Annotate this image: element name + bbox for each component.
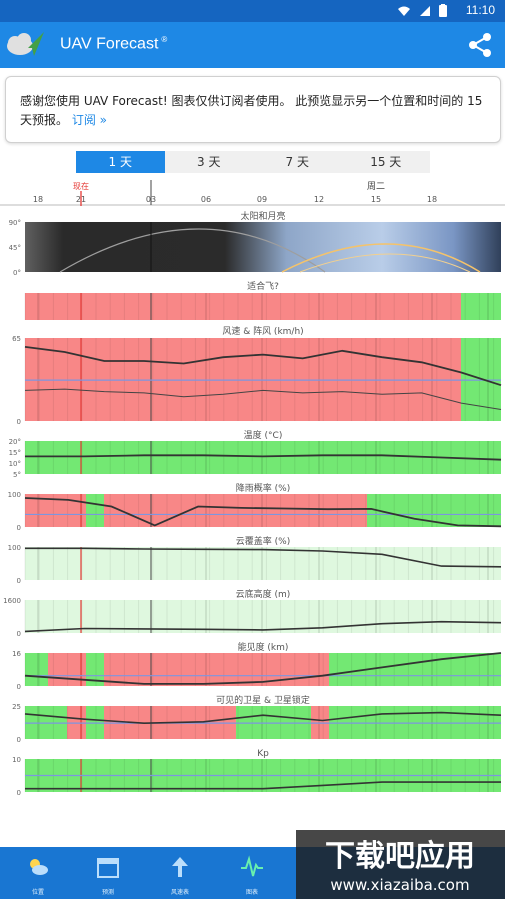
y-tick-label: 10 — [12, 756, 21, 764]
battery-icon — [439, 4, 447, 17]
panel-title: 降雨概率 (%) — [236, 482, 290, 494]
forecast-charts: 现在 周二 18 21 03 06 09 12 15 18 太阳和月亮 90° 45° 0° 适合飞? 风速 … — [0, 180, 505, 797]
wifi-icon — [398, 6, 410, 16]
hour-tick-label: 18 — [427, 195, 437, 204]
y-tick-label: 10° — [9, 460, 21, 468]
weather-icon — [30, 859, 48, 875]
y-tick-label: 0 — [17, 630, 21, 638]
y-tick-label: 90° — [9, 219, 21, 227]
pulse-icon — [241, 855, 263, 877]
y-tick-label: 0 — [17, 683, 21, 691]
subscription-notice: 感谢您使用 UAV Forecast! 图表仅供订阅者使用。 此预览显示另一个位… — [5, 76, 501, 143]
nav-label: 位置 — [31, 889, 44, 896]
hour-tick-label: 18 — [33, 195, 43, 204]
panel-title: 温度 (°C) — [244, 429, 283, 441]
panel-title: Kp — [257, 749, 269, 759]
y-tick-label: 25 — [12, 703, 21, 711]
fly-band — [25, 706, 67, 739]
sun-moon-sky — [25, 222, 501, 272]
hour-tick-label: 21 — [76, 195, 86, 204]
nav-forecast[interactable]: 预测 — [78, 847, 138, 899]
panel-title: 能见度 (km) — [238, 641, 289, 653]
nav-label: 图表 — [245, 889, 258, 896]
watermark-url: www.xiazaiba.com — [330, 876, 469, 894]
fly-band — [104, 494, 367, 527]
hour-tick-label: 06 — [201, 195, 211, 204]
app-bar: UAV Forecast ® — [0, 22, 505, 68]
y-tick-label: 45° — [9, 244, 21, 252]
y-tick-label: 0 — [17, 789, 21, 797]
panel-title: 可见的卫星 & 卫星锁定 — [216, 694, 310, 706]
y-tick-label: 20° — [9, 438, 21, 446]
fly-band — [25, 338, 461, 421]
now-label: 现在 — [73, 181, 89, 191]
y-tick-label: 100 — [8, 544, 21, 552]
fly-band — [311, 706, 329, 739]
y-tick-label: 1600 — [3, 597, 21, 605]
trademark-mark: ® — [161, 35, 168, 44]
watermark-logo: 下载吧应用 www.xiazaiba.com — [296, 830, 505, 899]
y-tick-label: 15° — [9, 449, 21, 457]
nav-wind[interactable]: 风速表 — [150, 847, 210, 899]
nav-label: 预测 — [101, 889, 114, 896]
app-title: UAV Forecast ® — [60, 35, 167, 53]
notice-text-block: 感谢您使用 UAV Forecast! 图表仅供订阅者使用。 此预览显示另一个位… — [20, 92, 490, 130]
signal-icon — [420, 5, 430, 16]
nav-location[interactable]: 位置 — [8, 847, 68, 899]
y-tick-label: 0 — [17, 524, 21, 532]
panel-title: 云底高度 (m) — [236, 588, 291, 600]
day-label: 周二 — [367, 181, 385, 192]
fly-band — [25, 293, 461, 320]
status-bar: 11:10 — [0, 0, 505, 22]
y-tick-label: 0 — [17, 577, 21, 585]
tab-7-days[interactable]: 7 天 — [253, 151, 342, 173]
fly-band — [329, 706, 501, 739]
hour-tick-label: 09 — [257, 195, 267, 204]
y-tick-label: 5° — [13, 471, 21, 479]
y-tick-label: 65 — [12, 335, 21, 343]
fly-band — [67, 706, 86, 739]
fly-band — [25, 653, 48, 686]
fly-band — [86, 706, 104, 739]
clock: 11:10 — [465, 3, 495, 17]
share-icon[interactable] — [467, 32, 493, 58]
tab-15-days[interactable]: 15 天 — [342, 151, 431, 173]
hour-tick-label: 12 — [314, 195, 324, 204]
range-tabs: 1 天 3 天 7 天 15 天 — [76, 151, 430, 173]
app-logo-icon — [7, 32, 44, 56]
y-tick-label: 0 — [17, 736, 21, 744]
calendar-icon — [97, 858, 119, 878]
y-tick-label: 100 — [8, 491, 21, 499]
panel-title: 风速 & 阵风 (km/h) — [222, 325, 303, 337]
hour-tick-label: 03 — [146, 195, 156, 204]
nav-label: 风速表 — [170, 889, 189, 896]
y-tick-label: 0 — [17, 418, 21, 426]
arrow-up-icon — [172, 857, 188, 877]
fly-band — [461, 293, 501, 320]
app-title-text: UAV Forecast — [60, 35, 159, 53]
fly-band — [236, 706, 311, 739]
nav-charts[interactable]: 图表 — [222, 847, 282, 899]
y-tick-label: 16 — [12, 650, 21, 658]
tab-1-day[interactable]: 1 天 — [76, 151, 165, 173]
tab-3-days[interactable]: 3 天 — [165, 151, 254, 173]
panel-title: 云覆盖率 (%) — [236, 535, 290, 547]
hour-tick-label: 15 — [371, 195, 381, 204]
subscribe-link[interactable]: 订阅 » — [72, 113, 107, 127]
y-tick-label: 0° — [13, 269, 21, 277]
status-icons — [397, 4, 447, 17]
watermark-text: 下载吧应用 — [325, 839, 475, 874]
panel-title: 适合飞? — [247, 280, 279, 292]
panel-title: 太阳和月亮 — [240, 210, 285, 222]
fly-band — [329, 653, 501, 686]
fly-band — [86, 494, 104, 527]
